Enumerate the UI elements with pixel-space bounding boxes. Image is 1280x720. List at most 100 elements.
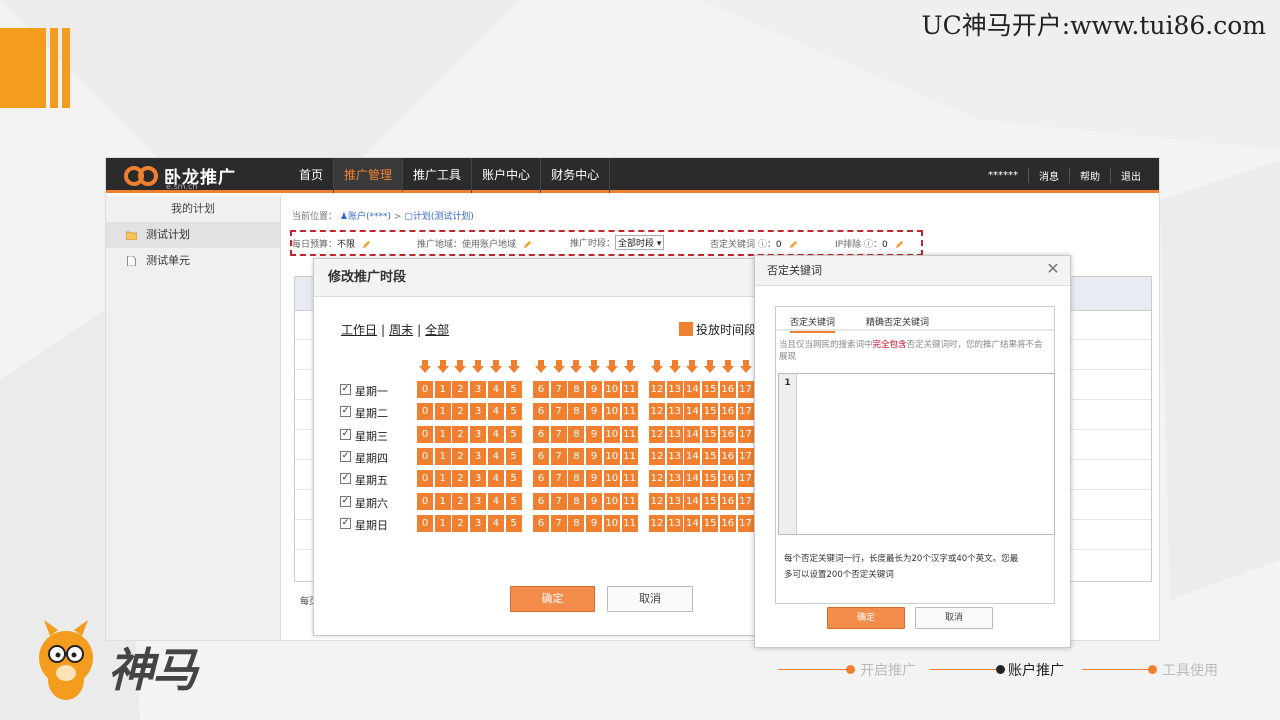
sidebar-item-test-unit[interactable]: 测试单元 — [106, 248, 280, 274]
hour-cell[interactable]: 14 — [684, 425, 701, 443]
nav-right-link[interactable]: 消息 — [1028, 168, 1069, 183]
step-start[interactable]: 开启推广 — [860, 660, 916, 680]
tab-exact-negative-keywords[interactable]: 精确否定关键词 — [866, 315, 929, 328]
hour-cell[interactable]: 8 — [568, 447, 585, 465]
hour-cell[interactable]: 16 — [719, 381, 736, 398]
hour-cell[interactable]: 0 — [417, 492, 433, 510]
breadcrumb-account[interactable]: ♟账户(****) — [340, 212, 391, 222]
hour-cell[interactable]: 1 — [434, 447, 451, 465]
hour-cell[interactable]: 12 — [649, 381, 665, 398]
hour-cell[interactable]: 10 — [603, 492, 620, 510]
hour-cell[interactable]: 5 — [505, 425, 522, 443]
hour-cell[interactable]: 8 — [568, 381, 585, 398]
down-arrow-icon[interactable] — [622, 359, 638, 375]
tab-negative-keywords[interactable]: 否定关键词 — [790, 315, 836, 333]
hour-cell[interactable]: 12 — [649, 470, 665, 488]
hour-cell[interactable]: 2 — [452, 514, 469, 532]
hour-cell[interactable]: 17 — [737, 492, 754, 510]
hour-cell[interactable]: 5 — [505, 381, 522, 398]
hour-cell[interactable]: 6 — [533, 447, 549, 465]
edit-pencil-icon[interactable] — [895, 240, 904, 249]
down-arrow-icon[interactable] — [649, 359, 665, 375]
hour-cell[interactable]: 16 — [719, 447, 736, 465]
hour-cell[interactable]: 5 — [505, 492, 522, 510]
hour-cell[interactable]: 2 — [452, 425, 469, 443]
hour-cell[interactable]: 11 — [621, 514, 638, 532]
logo[interactable]: 卧龙推广 e.sm.cn — [124, 162, 264, 191]
hour-cell[interactable]: 3 — [470, 447, 487, 465]
nav-item[interactable]: 账户中心 — [472, 158, 542, 193]
down-arrow-icon[interactable] — [417, 359, 433, 375]
hour-cell[interactable]: 11 — [621, 470, 638, 488]
hour-cell[interactable]: 13 — [666, 470, 683, 488]
hour-cell[interactable]: 16 — [719, 492, 736, 510]
cancel-button[interactable]: 取消 — [915, 607, 993, 629]
down-arrow-icon[interactable] — [586, 359, 602, 375]
hour-cell[interactable]: 9 — [586, 492, 603, 510]
hour-cell[interactable]: 2 — [452, 403, 469, 421]
nav-item[interactable]: 推广工具 — [403, 158, 473, 193]
hour-cell[interactable]: 17 — [737, 514, 754, 532]
hour-cell[interactable]: 6 — [533, 470, 549, 488]
hour-cell[interactable]: 2 — [452, 447, 469, 465]
hour-cell[interactable]: 1 — [434, 470, 451, 488]
hour-cell[interactable]: 1 — [434, 492, 451, 510]
hour-cell[interactable]: 16 — [719, 470, 736, 488]
hour-cell[interactable]: 4 — [487, 470, 504, 488]
hour-cell[interactable]: 7 — [550, 470, 567, 488]
hour-cell[interactable]: 3 — [470, 403, 487, 421]
hour-cell[interactable]: 9 — [586, 470, 603, 488]
hour-cell[interactable]: 13 — [666, 514, 683, 532]
time-select[interactable]: 全部时段 ▾ — [615, 235, 665, 250]
hour-cell[interactable]: 14 — [684, 492, 701, 510]
hour-cell[interactable]: 2 — [452, 470, 469, 488]
hour-cell[interactable]: 5 — [505, 447, 522, 465]
hour-cell[interactable]: 1 — [434, 514, 451, 532]
hour-cell[interactable]: 12 — [649, 492, 665, 510]
down-arrow-icon[interactable] — [488, 359, 504, 375]
hour-cell[interactable]: 8 — [568, 425, 585, 443]
hour-cell[interactable]: 8 — [568, 403, 585, 421]
hour-cell[interactable]: 10 — [603, 470, 620, 488]
nav-right-link[interactable]: 退出 — [1110, 168, 1151, 183]
hour-cell[interactable]: 13 — [666, 425, 683, 443]
hour-cell[interactable]: 4 — [487, 403, 504, 421]
hour-cell[interactable]: 12 — [649, 447, 665, 465]
down-arrow-icon[interactable] — [702, 359, 718, 375]
close-icon[interactable]: ✕ — [1044, 260, 1062, 278]
step-tools[interactable]: 工具使用 — [1162, 660, 1218, 680]
hour-cell[interactable]: 14 — [684, 470, 701, 488]
hour-cell[interactable]: 4 — [487, 514, 504, 532]
nav-item[interactable]: 财务中心 — [541, 158, 611, 193]
down-arrow-icon[interactable] — [684, 359, 700, 375]
hour-cell[interactable]: 0 — [417, 470, 433, 488]
hour-cell[interactable]: 9 — [586, 514, 603, 532]
hour-cell[interactable]: 3 — [470, 381, 487, 398]
hour-cell[interactable]: 9 — [586, 447, 603, 465]
hour-cell[interactable]: 6 — [533, 514, 549, 532]
down-arrow-icon[interactable] — [470, 359, 486, 375]
hour-cell[interactable]: 10 — [603, 381, 620, 398]
down-arrow-icon[interactable] — [738, 359, 754, 375]
hour-cell[interactable]: 1 — [434, 381, 451, 398]
hour-cell[interactable]: 17 — [737, 381, 754, 398]
hour-cell[interactable]: 8 — [568, 470, 585, 488]
quick-all-link[interactable]: 全部 — [425, 323, 449, 337]
hour-cell[interactable]: 17 — [737, 470, 754, 488]
hour-cell[interactable]: 12 — [649, 425, 665, 443]
hour-cell[interactable]: 15 — [702, 381, 719, 398]
hour-cell[interactable]: 12 — [649, 403, 665, 421]
hour-cell[interactable]: 6 — [533, 381, 549, 398]
hour-cell[interactable]: 2 — [452, 492, 469, 510]
hour-cell[interactable]: 0 — [417, 403, 433, 421]
day-checkbox[interactable]: ✓ — [340, 473, 351, 485]
hour-cell[interactable]: 15 — [702, 447, 719, 465]
hour-cell[interactable]: 6 — [533, 403, 549, 421]
hour-cell[interactable]: 14 — [684, 447, 701, 465]
hour-cell[interactable]: 3 — [470, 514, 487, 532]
hour-cell[interactable]: 13 — [666, 403, 683, 421]
day-checkbox[interactable]: ✓ — [340, 517, 351, 529]
hour-cell[interactable]: 5 — [505, 514, 522, 532]
hour-cell[interactable]: 15 — [702, 403, 719, 421]
hour-cell[interactable]: 11 — [621, 403, 638, 421]
